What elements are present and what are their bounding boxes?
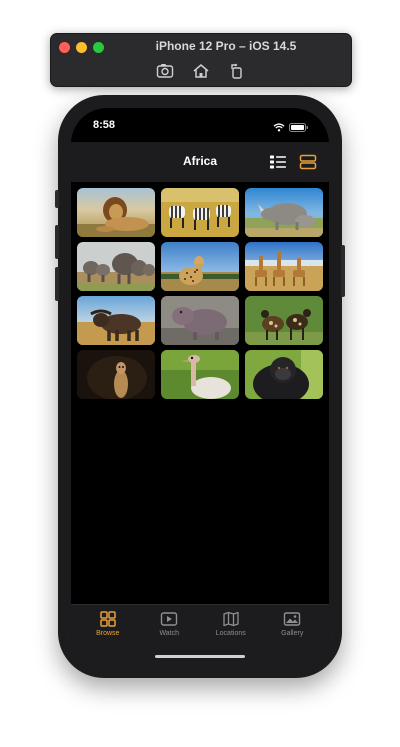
- battery-icon: [289, 119, 309, 137]
- home-icon[interactable]: [190, 61, 212, 81]
- tab-browse[interactable]: Browse: [80, 611, 136, 637]
- tab-gallery[interactable]: Gallery: [264, 611, 320, 637]
- animal-tile-ostrich[interactable]: [161, 350, 239, 399]
- volume-up-button: [55, 225, 59, 259]
- animal-tile-cheetah[interactable]: [161, 242, 239, 291]
- list-view-button[interactable]: [269, 154, 287, 170]
- tab-label: Watch: [159, 630, 180, 637]
- tab-label: Browse: [96, 630, 120, 637]
- list-view-icon: [270, 155, 286, 169]
- volume-down-button: [55, 267, 59, 301]
- status-icons: [273, 119, 309, 137]
- map-icon: [222, 611, 240, 627]
- screenshot-icon[interactable]: [154, 61, 176, 81]
- animal-tile-buffalo[interactable]: [77, 296, 155, 345]
- animal-tile-hippo[interactable]: [161, 296, 239, 345]
- navigation-bar: Africa: [71, 142, 329, 182]
- wifi-icon: [273, 119, 285, 137]
- minimize-window-button[interactable]: [76, 42, 87, 53]
- animal-grid: [77, 188, 323, 399]
- mute-switch: [55, 190, 59, 208]
- tab-bar: Browse Watch Locations Gallery: [71, 604, 329, 665]
- grid-view-icon: [299, 154, 317, 170]
- phone-screen: 8:58 Africa Browse Watch Locations Galle…: [71, 108, 329, 665]
- simulator-title: iPhone 12 Pro – iOS 14.5: [155, 39, 297, 53]
- animal-tile-zebras[interactable]: [161, 188, 239, 237]
- iphone-device: 8:58 Africa Browse Watch Locations Galle…: [55, 95, 345, 678]
- simulator-toolbar: iPhone 12 Pro – iOS 14.5: [50, 33, 352, 87]
- photo-icon: [283, 611, 301, 627]
- close-window-button[interactable]: [59, 42, 70, 53]
- status-time: 8:58: [93, 119, 116, 131]
- animal-tile-wild-dogs[interactable]: [245, 296, 323, 345]
- play-icon: [160, 611, 178, 627]
- tab-label: Locations: [215, 630, 246, 637]
- animal-tile-meerkat[interactable]: [77, 350, 155, 399]
- animal-tile-giraffes[interactable]: [245, 242, 323, 291]
- rotate-icon[interactable]: [226, 61, 248, 81]
- page-title: Africa: [182, 154, 217, 168]
- animal-tile-rhinos[interactable]: [245, 188, 323, 237]
- notch: [131, 108, 269, 130]
- animal-tile-lion[interactable]: [77, 188, 155, 237]
- zoom-window-button[interactable]: [93, 42, 104, 53]
- tab-label: Gallery: [281, 630, 304, 637]
- tab-locations[interactable]: Locations: [203, 611, 259, 637]
- animal-tile-gorilla[interactable]: [245, 350, 323, 399]
- grid-view-button[interactable]: [299, 154, 317, 170]
- side-button: [341, 245, 345, 297]
- tab-watch[interactable]: Watch: [141, 611, 197, 637]
- animal-tile-elephants-herd[interactable]: [77, 242, 155, 291]
- grid-icon: [99, 611, 117, 627]
- home-indicator[interactable]: [155, 655, 245, 658]
